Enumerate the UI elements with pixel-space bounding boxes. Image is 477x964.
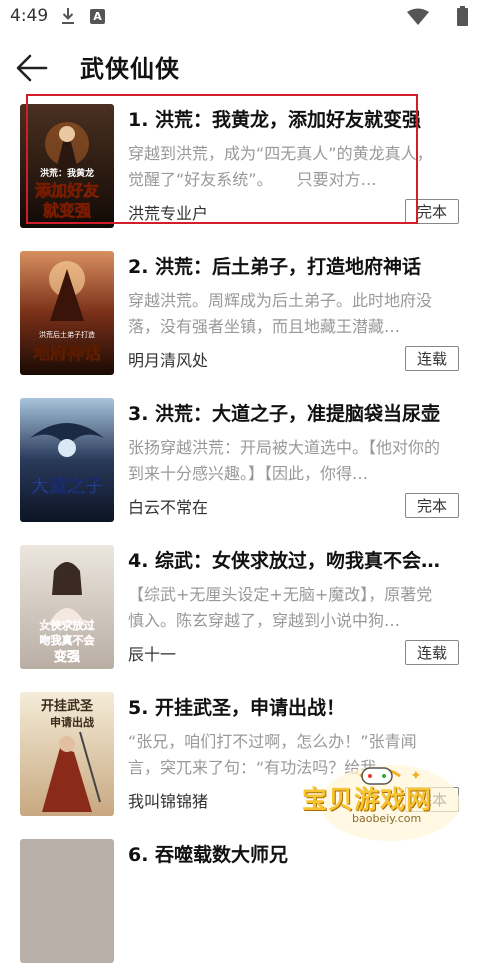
watermark-title: 宝贝游戏网 <box>302 785 433 814</box>
book-description: 【综武+无厘头设定+无脑+魔改】，原著党慎入。陈玄穿越了，穿越到小说中狗… <box>128 585 433 630</box>
book-title[interactable]: 3. 洪荒：大道之子，准提脑袋当尿壶 <box>128 399 463 426</box>
svg-text:变强: 变强 <box>54 649 80 665</box>
book-title[interactable]: 4. 综武：女侠求放过，吻我真不会… <box>128 546 463 573</box>
book-title[interactable]: 5. 开挂武圣，申请出战！ <box>128 693 463 720</box>
svg-text:就变强: 就变强 <box>43 201 91 220</box>
book-status-badge[interactable]: 连载 <box>405 346 459 371</box>
book-status-badge[interactable]: 连载 <box>405 640 459 665</box>
svg-text:开挂武圣: 开挂武圣 <box>41 698 94 714</box>
book-title[interactable]: 2. 洪荒：后土弟子，打造地府神话 <box>128 252 463 279</box>
cover-main-text: 大道之子 <box>31 475 103 497</box>
notification-app-icon: A <box>90 9 105 24</box>
book-title[interactable]: 1. 洪荒：我黄龙，添加好友就变强 <box>128 105 463 132</box>
status-bar: 4:49 A <box>0 0 477 34</box>
book-cover[interactable]: 大道之子 <box>20 398 114 522</box>
book-item[interactable]: 大道之子 3. 洪荒：大道之子，准提脑袋当尿壶 张扬穿越洪荒：开局被大道选中。【… <box>0 395 477 523</box>
svg-text:申请出战: 申请出战 <box>50 715 94 729</box>
header: 武侠仙侠 <box>0 34 477 98</box>
book-status-badge[interactable]: 完本 <box>405 493 459 518</box>
book-author: 我叫锦锦猪 <box>128 792 209 811</box>
book-status-badge[interactable]: 完本 <box>405 199 459 224</box>
cover-top-text: 洪荒后土弟子打造 <box>39 330 95 339</box>
book-cover[interactable]: 开挂武圣 申请出战 <box>20 692 114 816</box>
book-description: 张扬穿越洪荒：开局被大道选中。【他对你的到来十分感兴趣。】【因此，你得… <box>128 438 441 483</box>
cover-top-text: 洪荒：我黄龙 <box>40 167 94 179</box>
book-cover[interactable]: 女侠求放过 吻我真不会 变强 <box>20 545 114 669</box>
watermark-url: baobeiy.com <box>352 812 422 825</box>
back-arrow-icon[interactable] <box>14 50 50 86</box>
book-author: 洪荒专业户 <box>128 204 209 223</box>
cover-main-text: 地府神话 <box>33 343 101 364</box>
svg-text:女侠求放过: 女侠求放过 <box>40 618 95 632</box>
book-author: 明月清风处 <box>128 351 209 370</box>
book-author: 白云不常在 <box>128 498 209 517</box>
svg-text:吻我真不会: 吻我真不会 <box>40 633 96 647</box>
svg-text:添加好友: 添加好友 <box>35 181 100 200</box>
book-cover[interactable]: 洪荒后土弟子打造 地府神话 <box>20 251 114 375</box>
book-cover[interactable] <box>20 839 114 963</box>
book-item[interactable]: 洪荒：我黄龙 添加好友 就变强 1. 洪荒：我黄龙，添加好友就变强 穿越到洪荒，… <box>0 101 477 229</box>
status-time: 4:49 <box>10 6 49 26</box>
book-author: 辰十一 <box>128 645 177 664</box>
page-title: 武侠仙侠 <box>80 55 180 83</box>
book-item[interactable]: 女侠求放过 吻我真不会 变强 4. 综武：女侠求放过，吻我真不会… 【综武+无厘… <box>0 542 477 670</box>
wifi-icon <box>407 8 429 25</box>
book-item[interactable]: 洪荒后土弟子打造 地府神话 2. 洪荒：后土弟子，打造地府神话 穿越洪荒。周辉成… <box>0 248 477 376</box>
battery-icon <box>457 6 468 26</box>
book-description: 穿越洪荒。周辉成为后土弟子。此时地府没落，没有强者坐镇，而且地藏王潜藏… <box>128 291 433 336</box>
book-description: 穿越到洪荒，成为“四无真人”的黄龙真人，觉醒了“好友系统”。 只要对方… <box>128 144 433 189</box>
book-item[interactable]: 6. 吞噬载数大师兄 <box>0 836 477 964</box>
download-icon <box>62 8 74 24</box>
book-cover[interactable]: 洪荒：我黄龙 添加好友 就变强 <box>20 104 114 228</box>
